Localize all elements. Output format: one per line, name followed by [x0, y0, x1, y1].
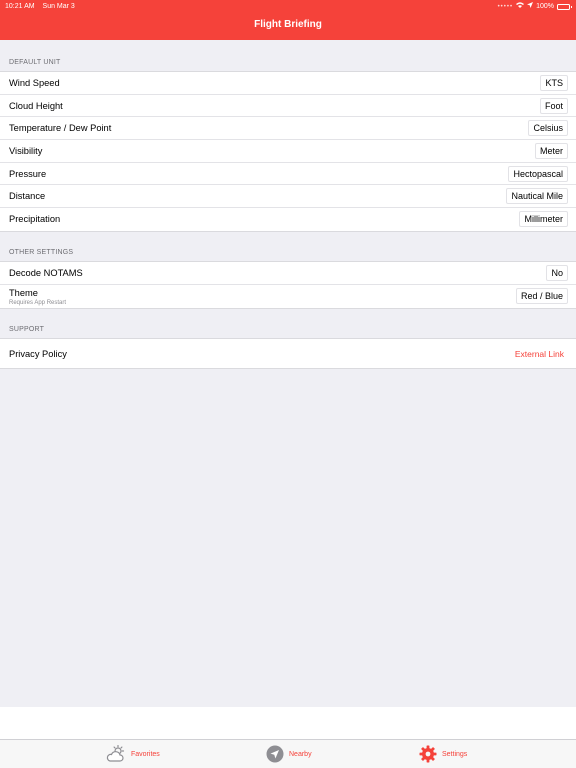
tab-favorites[interactable]: Favorites: [106, 745, 160, 763]
section-header-other-settings: OTHER SETTINGS: [9, 249, 74, 256]
battery-icon: [557, 4, 572, 10]
wifi-icon: [516, 2, 525, 12]
section-header-support: SUPPORT: [9, 326, 45, 333]
setting-row-pressure[interactable]: Pressure Hectopascal: [0, 163, 576, 186]
default-unit-group: Wind Speed KTS Cloud Height Foot Tempera…: [0, 71, 576, 232]
tab-settings-label: Settings: [442, 750, 468, 758]
row-label: Temperature / Dew Point: [9, 123, 112, 134]
other-settings-group: Decode NOTAMS No Theme Requires App Rest…: [0, 261, 576, 309]
setting-row-temperature[interactable]: Temperature / Dew Point Celsius: [0, 117, 576, 141]
cloud-sun-icon: [106, 745, 126, 763]
setting-row-wind-speed[interactable]: Wind Speed KTS: [0, 72, 576, 95]
bottom-spacer: [0, 707, 576, 739]
row-label: Visibility: [9, 145, 43, 156]
location-arrow-icon: [266, 745, 284, 763]
gear-icon: [419, 745, 437, 763]
wind-speed-select[interactable]: KTS: [540, 74, 568, 91]
navigation-bar: 10:21 AM Sun Mar 3 ••••• 100% Flight Bri…: [0, 0, 576, 40]
battery-percent: 100%: [536, 3, 554, 10]
visibility-select[interactable]: Meter: [534, 142, 568, 159]
temperature-select[interactable]: Celsius: [528, 120, 568, 137]
decode-notams-select[interactable]: No: [546, 264, 568, 281]
location-services-icon: [527, 2, 534, 12]
setting-row-decode-notams[interactable]: Decode NOTAMS No: [0, 262, 576, 285]
tab-bar: Favorites Nearby Settings: [0, 739, 576, 768]
setting-row-cloud-height[interactable]: Cloud Height Foot: [0, 95, 576, 118]
precipitation-select[interactable]: Millimeter: [519, 211, 568, 228]
page-title: Flight Briefing: [254, 19, 322, 30]
row-label: Pressure: [9, 168, 47, 179]
row-sublabel: Requires App Restart: [9, 299, 67, 306]
row-label: Wind Speed: [9, 77, 60, 88]
status-time: 10:21 AM: [5, 3, 35, 10]
setting-row-distance[interactable]: Distance Nautical Mile: [0, 185, 576, 209]
setting-row-theme[interactable]: Theme Requires App Restart Red / Blue: [0, 285, 576, 308]
tab-nearby[interactable]: Nearby: [266, 745, 312, 763]
theme-select[interactable]: Red / Blue: [515, 288, 568, 305]
row-label: Cloud Height: [9, 100, 63, 111]
distance-select[interactable]: Nautical Mile: [506, 188, 568, 205]
status-date: Sun Mar 3: [42, 3, 75, 10]
status-bar: 10:21 AM Sun Mar 3 ••••• 100%: [0, 2, 576, 12]
setting-row-precipitation[interactable]: Precipitation Millimeter: [0, 208, 576, 231]
tab-settings[interactable]: Settings: [419, 745, 467, 763]
setting-row-visibility[interactable]: Visibility Meter: [0, 140, 576, 163]
tab-nearby-label: Nearby: [289, 750, 312, 758]
section-header-default-unit: DEFAULT UNIT: [9, 59, 61, 66]
row-label: Precipitation: [9, 214, 61, 225]
privacy-policy-link[interactable]: External Link: [515, 349, 564, 359]
signal-dots: •••••: [497, 4, 514, 10]
row-label: Theme: [9, 287, 38, 298]
tab-favorites-label: Favorites: [131, 750, 160, 758]
support-group: Privacy Policy External Link: [0, 338, 576, 369]
cloud-height-select[interactable]: Foot: [539, 97, 568, 114]
row-label: Distance: [9, 191, 46, 202]
pressure-select[interactable]: Hectopascal: [508, 165, 568, 182]
setting-row-privacy-policy[interactable]: Privacy Policy External Link: [0, 339, 576, 368]
row-label: Decode NOTAMS: [9, 267, 83, 278]
row-label: Privacy Policy: [9, 348, 67, 359]
